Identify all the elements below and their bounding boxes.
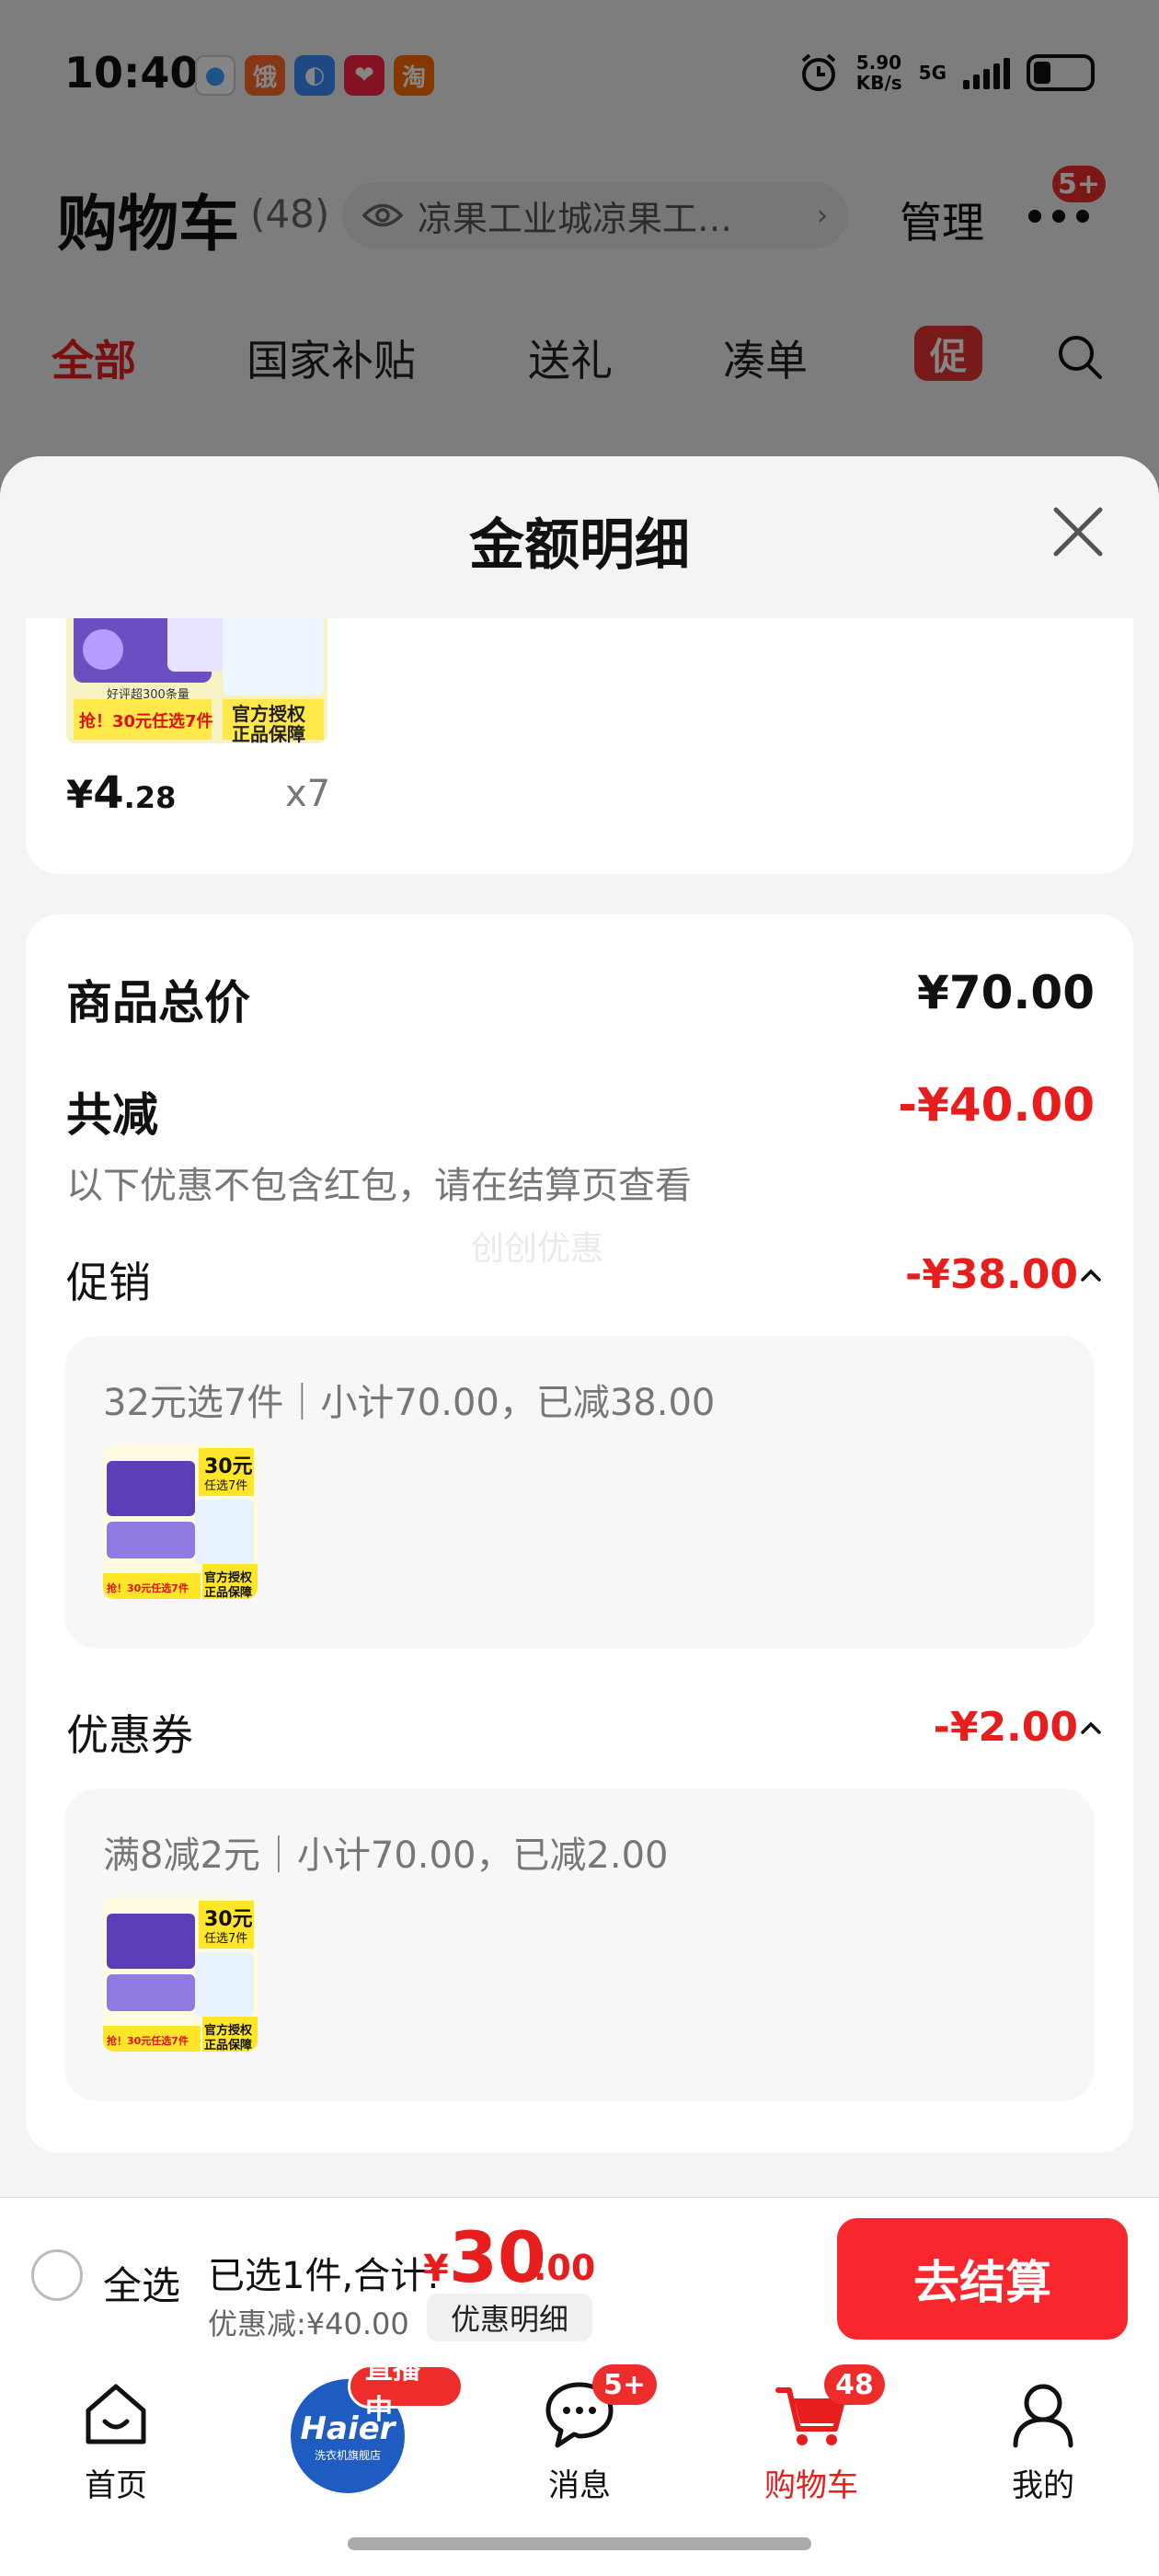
home-icon (86, 2384, 146, 2444)
message-badge: 5+ (592, 2364, 658, 2405)
discount-summary: 优惠减:¥40.00 (208, 2306, 409, 2341)
tab-messages[interactable]: 5+ 消息 (464, 2355, 695, 2512)
coupon-value[interactable]: -¥2.00 (934, 1704, 1078, 1751)
select-all-checkbox[interactable] (31, 2249, 83, 2301)
watermark-text: 创创优惠 (471, 1230, 604, 1268)
product-image[interactable]: 好评超300条量 抢！30元任选7件 官方授权 正品保障 (66, 604, 327, 743)
home-indicator[interactable] (348, 2537, 811, 2550)
reduced-label: 共减 (66, 1088, 158, 1142)
promotion-rule: 32元选7件｜小计70.00，已减38.00 (103, 1382, 716, 1424)
product-price: ¥4.28 (66, 767, 177, 819)
total-price-value: ¥70.00 (917, 966, 1095, 1019)
total-amount: 30 (449, 2216, 546, 2298)
promotion-label: 促销 (66, 1258, 151, 1307)
amount-summary-card: 商品总价 ¥70.00 共减 -¥40.00 以下优惠不包含红包，请在结算页查看… (26, 914, 1133, 2153)
product-quantity: x7 (285, 773, 331, 815)
tab-label-cart: 购物车 (764, 2467, 858, 2504)
tab-cart[interactable]: 48 购物车 (695, 2355, 927, 2512)
tab-label-home: 首页 (85, 2467, 147, 2504)
total-price-label: 商品总价 (66, 976, 250, 1029)
total-decimal: .00 (534, 2248, 596, 2288)
promotion-value[interactable]: -¥38.00 (905, 1251, 1078, 1298)
coupon-rule: 满8减2元｜小计70.00，已减2.00 (103, 1834, 669, 1877)
profile-icon (1013, 2384, 1073, 2448)
select-all-label[interactable]: 全选 (103, 2255, 180, 2311)
chevron-up-icon[interactable] (1080, 1720, 1102, 1735)
total-currency: ¥ (423, 2248, 449, 2290)
discount-detail-button[interactable]: 优惠明细 (427, 2294, 592, 2341)
cart-badge: 48 (824, 2364, 885, 2405)
coupon-detail-box: 满8减2元｜小计70.00，已减2.00 30元 任选7件 抢！30元任选7件 … (64, 1788, 1095, 2101)
tab-profile[interactable]: 我的 (927, 2355, 1159, 2512)
reduced-value: -¥40.00 (898, 1078, 1095, 1132)
sheet-header: 金额明细 (0, 456, 1159, 618)
selected-info: 已选1件,合计: (208, 2255, 440, 2297)
discount-note: 以下优惠不包含红包，请在结算页查看 (66, 1165, 692, 1207)
checkout-button[interactable]: 去结算 (837, 2218, 1128, 2340)
checkout-bar: 全选 已选1件,合计: ¥ 30 .00 优惠减:¥40.00 优惠明细 去结算 (0, 2197, 1159, 2355)
coupon-label: 优惠券 (66, 1710, 193, 1760)
promotion-product-thumbnail[interactable]: 30元 任选7件 抢！30元任选7件 官方授权 正品保障 (103, 1444, 258, 1599)
tab-haier-store[interactable]: Haier 洗衣机旗舰店 直播中 (232, 2353, 464, 2512)
sheet-title: 金额明细 (469, 513, 690, 578)
close-icon[interactable] (1050, 504, 1106, 559)
promotion-detail-box: 32元选7件｜小计70.00，已减38.00 30元 任选7件 抢！30元任选7… (64, 1336, 1095, 1649)
coupon-product-thumbnail[interactable]: 30元 任选7件 抢！30元任选7件 官方授权 正品保障 (103, 1897, 258, 2052)
live-badge: 直播中 (348, 2353, 464, 2426)
tab-label-profile: 我的 (1012, 2467, 1074, 2504)
chevron-up-icon[interactable] (1080, 1268, 1102, 1282)
tab-label-messages: 消息 (548, 2467, 611, 2504)
tab-home[interactable]: 首页 (0, 2355, 232, 2512)
amount-detail-sheet: 金额明细 好评超300条量 抢！30元任选7件 官方授权 正品保障 ¥4.28 … (0, 456, 1159, 2197)
